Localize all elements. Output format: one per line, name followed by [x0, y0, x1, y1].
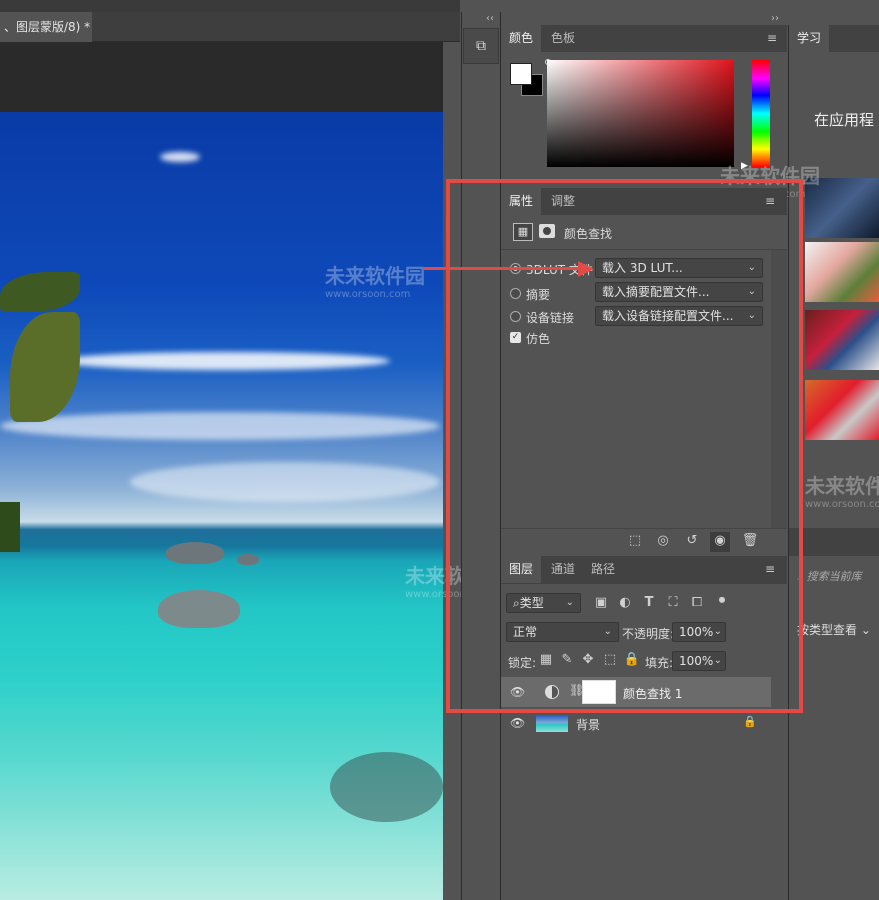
layer-name: 背景: [576, 718, 601, 732]
color-panel-tabs: 颜色 色板 ≡: [501, 25, 787, 52]
library-search-placeholder: 搜索当前库: [806, 570, 862, 583]
panel-menu-icon[interactable]: ≡: [767, 32, 779, 44]
palm-tree: [0, 272, 80, 312]
rock: [166, 542, 224, 564]
hue-slider[interactable]: [752, 60, 770, 167]
collapse-right-icon[interactable]: ››: [771, 13, 779, 24]
options-bar: [0, 0, 460, 12]
tab-color[interactable]: 颜色: [501, 25, 542, 52]
cloud: [0, 412, 440, 440]
library-search[interactable]: ⌕ 搜索当前库: [797, 568, 862, 584]
rock: [158, 590, 240, 628]
lock-icon: 🔒: [743, 715, 757, 728]
chevron-down-icon: ⌄: [860, 623, 871, 637]
history-icon: ⧉: [476, 38, 486, 54]
palm-tree: [10, 312, 80, 422]
foreground-color-swatch[interactable]: [510, 63, 532, 85]
document-tab[interactable]: 、图层蒙版/8) *: [0, 12, 92, 42]
watermark: 未来软件园www.orsoon.com: [325, 264, 425, 300]
shadow: [330, 752, 443, 822]
highlight-frame: [446, 179, 803, 713]
tab-swatches[interactable]: 色板: [543, 25, 583, 52]
learn-heading: 在应用程: [814, 111, 875, 129]
document-tab-bar: 、图层蒙版/8) *: [0, 12, 460, 42]
collapse-left-icon[interactable]: ‹‹: [486, 13, 494, 24]
cloud: [60, 352, 390, 370]
annotation-arrow-head: [578, 261, 594, 277]
layer-thumbnail: [536, 715, 568, 732]
annotation-arrow: [424, 267, 580, 270]
learn-tabbar-filler: [829, 25, 879, 52]
color-picker-field[interactable]: [547, 60, 734, 167]
tab-learn[interactable]: 学习: [789, 25, 829, 52]
canvas-pasteboard: [0, 42, 443, 112]
cloud: [160, 152, 200, 162]
eye-icon[interactable]: 👁: [510, 716, 525, 730]
rock: [237, 554, 259, 565]
cloud: [130, 462, 440, 502]
tutorial-thumbnail[interactable]: [805, 380, 879, 440]
tutorial-thumbnail[interactable]: [805, 310, 879, 370]
library-view-dropdown[interactable]: 按类型查看 ⌄: [797, 621, 871, 638]
library-view-label: 按类型查看: [797, 623, 858, 637]
shore-vegetation: [0, 502, 20, 552]
canvas-image[interactable]: [0, 112, 443, 900]
tutorial-thumbnail[interactable]: [805, 242, 879, 302]
watermark: 未来软件园www.orsoon.com: [805, 474, 879, 510]
